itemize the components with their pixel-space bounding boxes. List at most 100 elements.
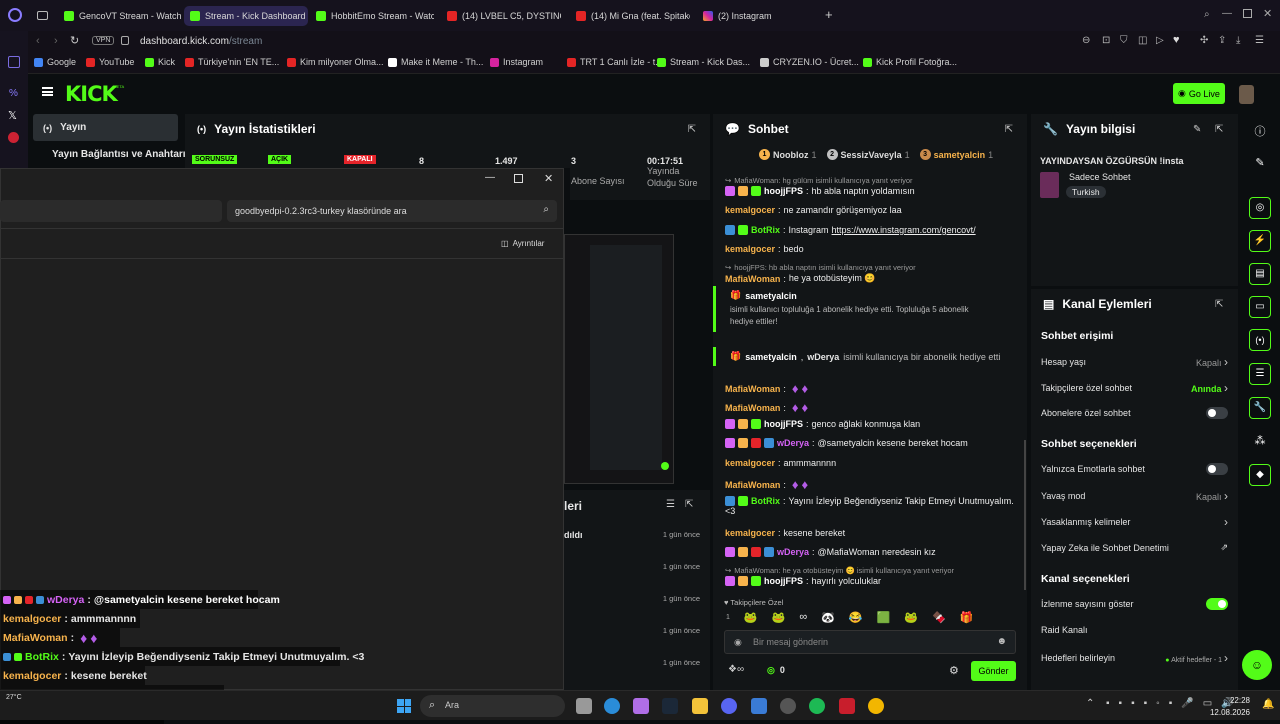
send-button[interactable]: Gönder xyxy=(971,661,1016,681)
lock-icon[interactable] xyxy=(121,36,129,45)
browser-tab[interactable]: GencoVT Stream - Watch L xyxy=(58,6,183,26)
maximize-button[interactable] xyxy=(1243,9,1252,18)
new-tab-button[interactable]: + xyxy=(825,7,833,22)
start-button[interactable] xyxy=(397,699,411,713)
chat-message[interactable]: BotRix: Instagram https://www.instagram.c… xyxy=(725,225,1017,235)
bookmark-item[interactable]: Make it Meme - Th... xyxy=(388,57,483,67)
x-twitter-icon[interactable]: 𝕏 xyxy=(8,109,17,122)
emote-bar[interactable]: 1 🐸 🐸 ∞ 🐼 😂 🟩 🐸 🍫 🎁 xyxy=(726,610,1012,624)
top-gifter[interactable]: 1 Noobloz 1 xyxy=(759,149,817,160)
emote-8[interactable]: 🍫 xyxy=(932,611,946,624)
bookmark-item[interactable]: Türkiye'nin 'EN TE... xyxy=(185,57,279,67)
kicks-icon[interactable]: ❖∞ xyxy=(728,664,744,675)
explorer-close-button[interactable]: ✕ xyxy=(544,172,553,185)
chat-username[interactable]: MafiaWoman xyxy=(725,403,780,413)
chat-message[interactable]: MafiaWoman: ♦ ♦ xyxy=(725,477,1017,492)
browser-tab[interactable]: Stream - Kick Dashboard xyxy=(184,6,308,26)
spotify-icon[interactable] xyxy=(809,698,825,714)
recent-popout-icon[interactable]: ⇱ xyxy=(685,499,693,510)
chat-popout-icon[interactable]: ⇱ xyxy=(1005,124,1013,135)
bookmark-item[interactable]: Stream - Kick Das... xyxy=(657,57,750,67)
pin-icon[interactable]: ⊡ xyxy=(1102,35,1110,46)
emotes-only-toggle[interactable] xyxy=(1206,463,1228,475)
go-live-button[interactable]: ◉ Go Live xyxy=(1173,83,1225,104)
bookmark-item[interactable]: Kick Profil Fotoğra... xyxy=(863,57,957,67)
gift-user[interactable]: sametyalcin xyxy=(745,291,797,301)
share-icon[interactable]: ⇪ xyxy=(1218,35,1226,46)
easy-setup-icon[interactable]: ☰ xyxy=(1255,35,1264,46)
close-window-button[interactable]: ✕ xyxy=(1263,7,1272,20)
nav-connection[interactable]: Yayın Bağlantısı ve Anahtarı xyxy=(52,149,186,160)
taskbar-search[interactable]: ⌕ Ara xyxy=(420,695,565,717)
category-name[interactable]: Sadece Sohbet xyxy=(1069,172,1131,182)
account-age-row[interactable]: Hesap yaşı Kapalı › xyxy=(1041,355,1228,369)
ai-moderation-row[interactable]: Yapay Zeka ile Sohbet Denetimi ⇗ xyxy=(1041,542,1228,553)
info-icon[interactable]: ⓘ xyxy=(1250,123,1270,143)
chat-username[interactable]: kemalgocer xyxy=(725,528,775,538)
browser-tab[interactable]: (14) Mi Gna (feat. Spitakci xyxy=(570,6,690,26)
chat-username[interactable]: BotRix xyxy=(751,496,780,506)
category-thumbnail[interactable] xyxy=(1040,172,1059,198)
chat-username[interactable]: kemalgocer xyxy=(725,205,775,215)
chat-message[interactable]: kemalgocer: ammmannnn xyxy=(725,458,1017,468)
chat-message[interactable]: wDerya: @sametyalcin kesene bereket hocam xyxy=(725,438,1017,448)
emote-4[interactable]: 🐼 xyxy=(821,611,835,624)
record-icon[interactable] xyxy=(8,132,19,143)
emote-6[interactable]: 🟩 xyxy=(877,611,891,624)
raid-row[interactable]: Raid Kanalı xyxy=(1041,625,1228,635)
browser-tab[interactable]: (14) LVBEL C5, DYSTINCT xyxy=(441,6,561,26)
diamond-icon[interactable]: ◆ xyxy=(1249,464,1271,486)
chat-username[interactable]: wDerya xyxy=(777,547,809,557)
clip-icon[interactable]: ◎ xyxy=(1249,197,1271,219)
chat-username[interactable]: hoojjFPS xyxy=(764,419,803,429)
clock-date[interactable]: 12.08.2026 xyxy=(1200,708,1250,717)
goals-row[interactable]: Hedefleri belirleyin ● Aktif hedefler - 1… xyxy=(1041,651,1228,665)
chrome-icon[interactable] xyxy=(868,698,884,714)
chat-username[interactable]: hoojjFPS xyxy=(764,186,803,196)
emoji-icon[interactable]: ☻ xyxy=(996,636,1007,647)
emote-1[interactable]: 🐸 xyxy=(744,611,758,624)
chat-username[interactable]: MafiaWoman xyxy=(725,384,780,394)
bookmark-item[interactable]: Kick xyxy=(145,57,175,67)
broadcast-icon[interactable]: (•) xyxy=(1249,329,1271,351)
gift-recipient[interactable]: wDerya xyxy=(807,352,839,362)
gift-user[interactable]: sametyalcin xyxy=(745,352,797,362)
discord-icon[interactable] xyxy=(721,698,737,714)
copilot-icon[interactable] xyxy=(633,698,649,714)
file-explorer-icon[interactable] xyxy=(692,698,708,714)
list-icon[interactable]: ☰ xyxy=(1249,363,1271,385)
tools-icon[interactable]: 🔧 xyxy=(1249,397,1271,419)
chat-settings-icon[interactable]: ⚙ xyxy=(949,664,959,677)
slow-mode-row[interactable]: Yavaş mod Kapalı › xyxy=(1041,489,1228,503)
edge-icon[interactable] xyxy=(604,698,620,714)
bookmark-item[interactable]: Kim milyoner Olma... xyxy=(287,57,384,67)
messenger-icon[interactable] xyxy=(8,56,20,68)
reload-button[interactable]: ↻ xyxy=(70,34,79,47)
chat-username[interactable]: MafiaWoman xyxy=(725,274,780,284)
stream-preview-thumbnail[interactable] xyxy=(564,234,674,484)
nav-stream[interactable]: (•) Yayın xyxy=(33,114,178,141)
emote-7[interactable]: 🐸 xyxy=(904,611,918,624)
bookmark-item[interactable]: YouTube xyxy=(86,57,134,67)
help-chat-button[interactable]: ☺ xyxy=(1242,650,1272,680)
weather-widget[interactable]: 27°C xyxy=(6,694,22,701)
info-popout-icon[interactable]: ⇱ xyxy=(1215,124,1223,135)
subs-chat-toggle[interactable] xyxy=(1206,407,1228,419)
chat-input[interactable]: ◉ Bir mesaj gönderin ☻ xyxy=(724,630,1016,654)
chat-message[interactable]: kemalgocer: ne zamandır görüşemiyoz laa xyxy=(725,205,1017,215)
task-view-icon[interactable] xyxy=(576,698,592,714)
url-field[interactable]: dashboard.kick.com/stream xyxy=(140,36,262,47)
chat-username[interactable]: kemalgocer xyxy=(725,244,775,254)
top-gifter[interactable]: 2 SessizVaveyla 1 xyxy=(826,149,910,160)
notifications-icon[interactable]: 🔔 xyxy=(1262,699,1274,710)
forward-button[interactable]: › xyxy=(54,35,58,47)
chat-message[interactable]: kemalgocer: kesene bereket xyxy=(725,528,1017,538)
address-breadcrumb[interactable] xyxy=(0,200,222,222)
chat-message[interactable]: kemalgocer: bedo xyxy=(725,244,1017,254)
chat-message[interactable]: MafiaWoman: ♦ ♦ xyxy=(725,381,1017,396)
pencil-icon[interactable]: ✎ xyxy=(1250,156,1270,176)
search-tabs-icon[interactable]: ⌕ xyxy=(1204,9,1210,20)
vpn-badge[interactable]: VPN xyxy=(92,36,115,45)
chat-message[interactable]: hoojjFPS: genco ağlaki konmuşa klan xyxy=(725,419,1017,429)
opera-gx-icon[interactable] xyxy=(839,698,855,714)
